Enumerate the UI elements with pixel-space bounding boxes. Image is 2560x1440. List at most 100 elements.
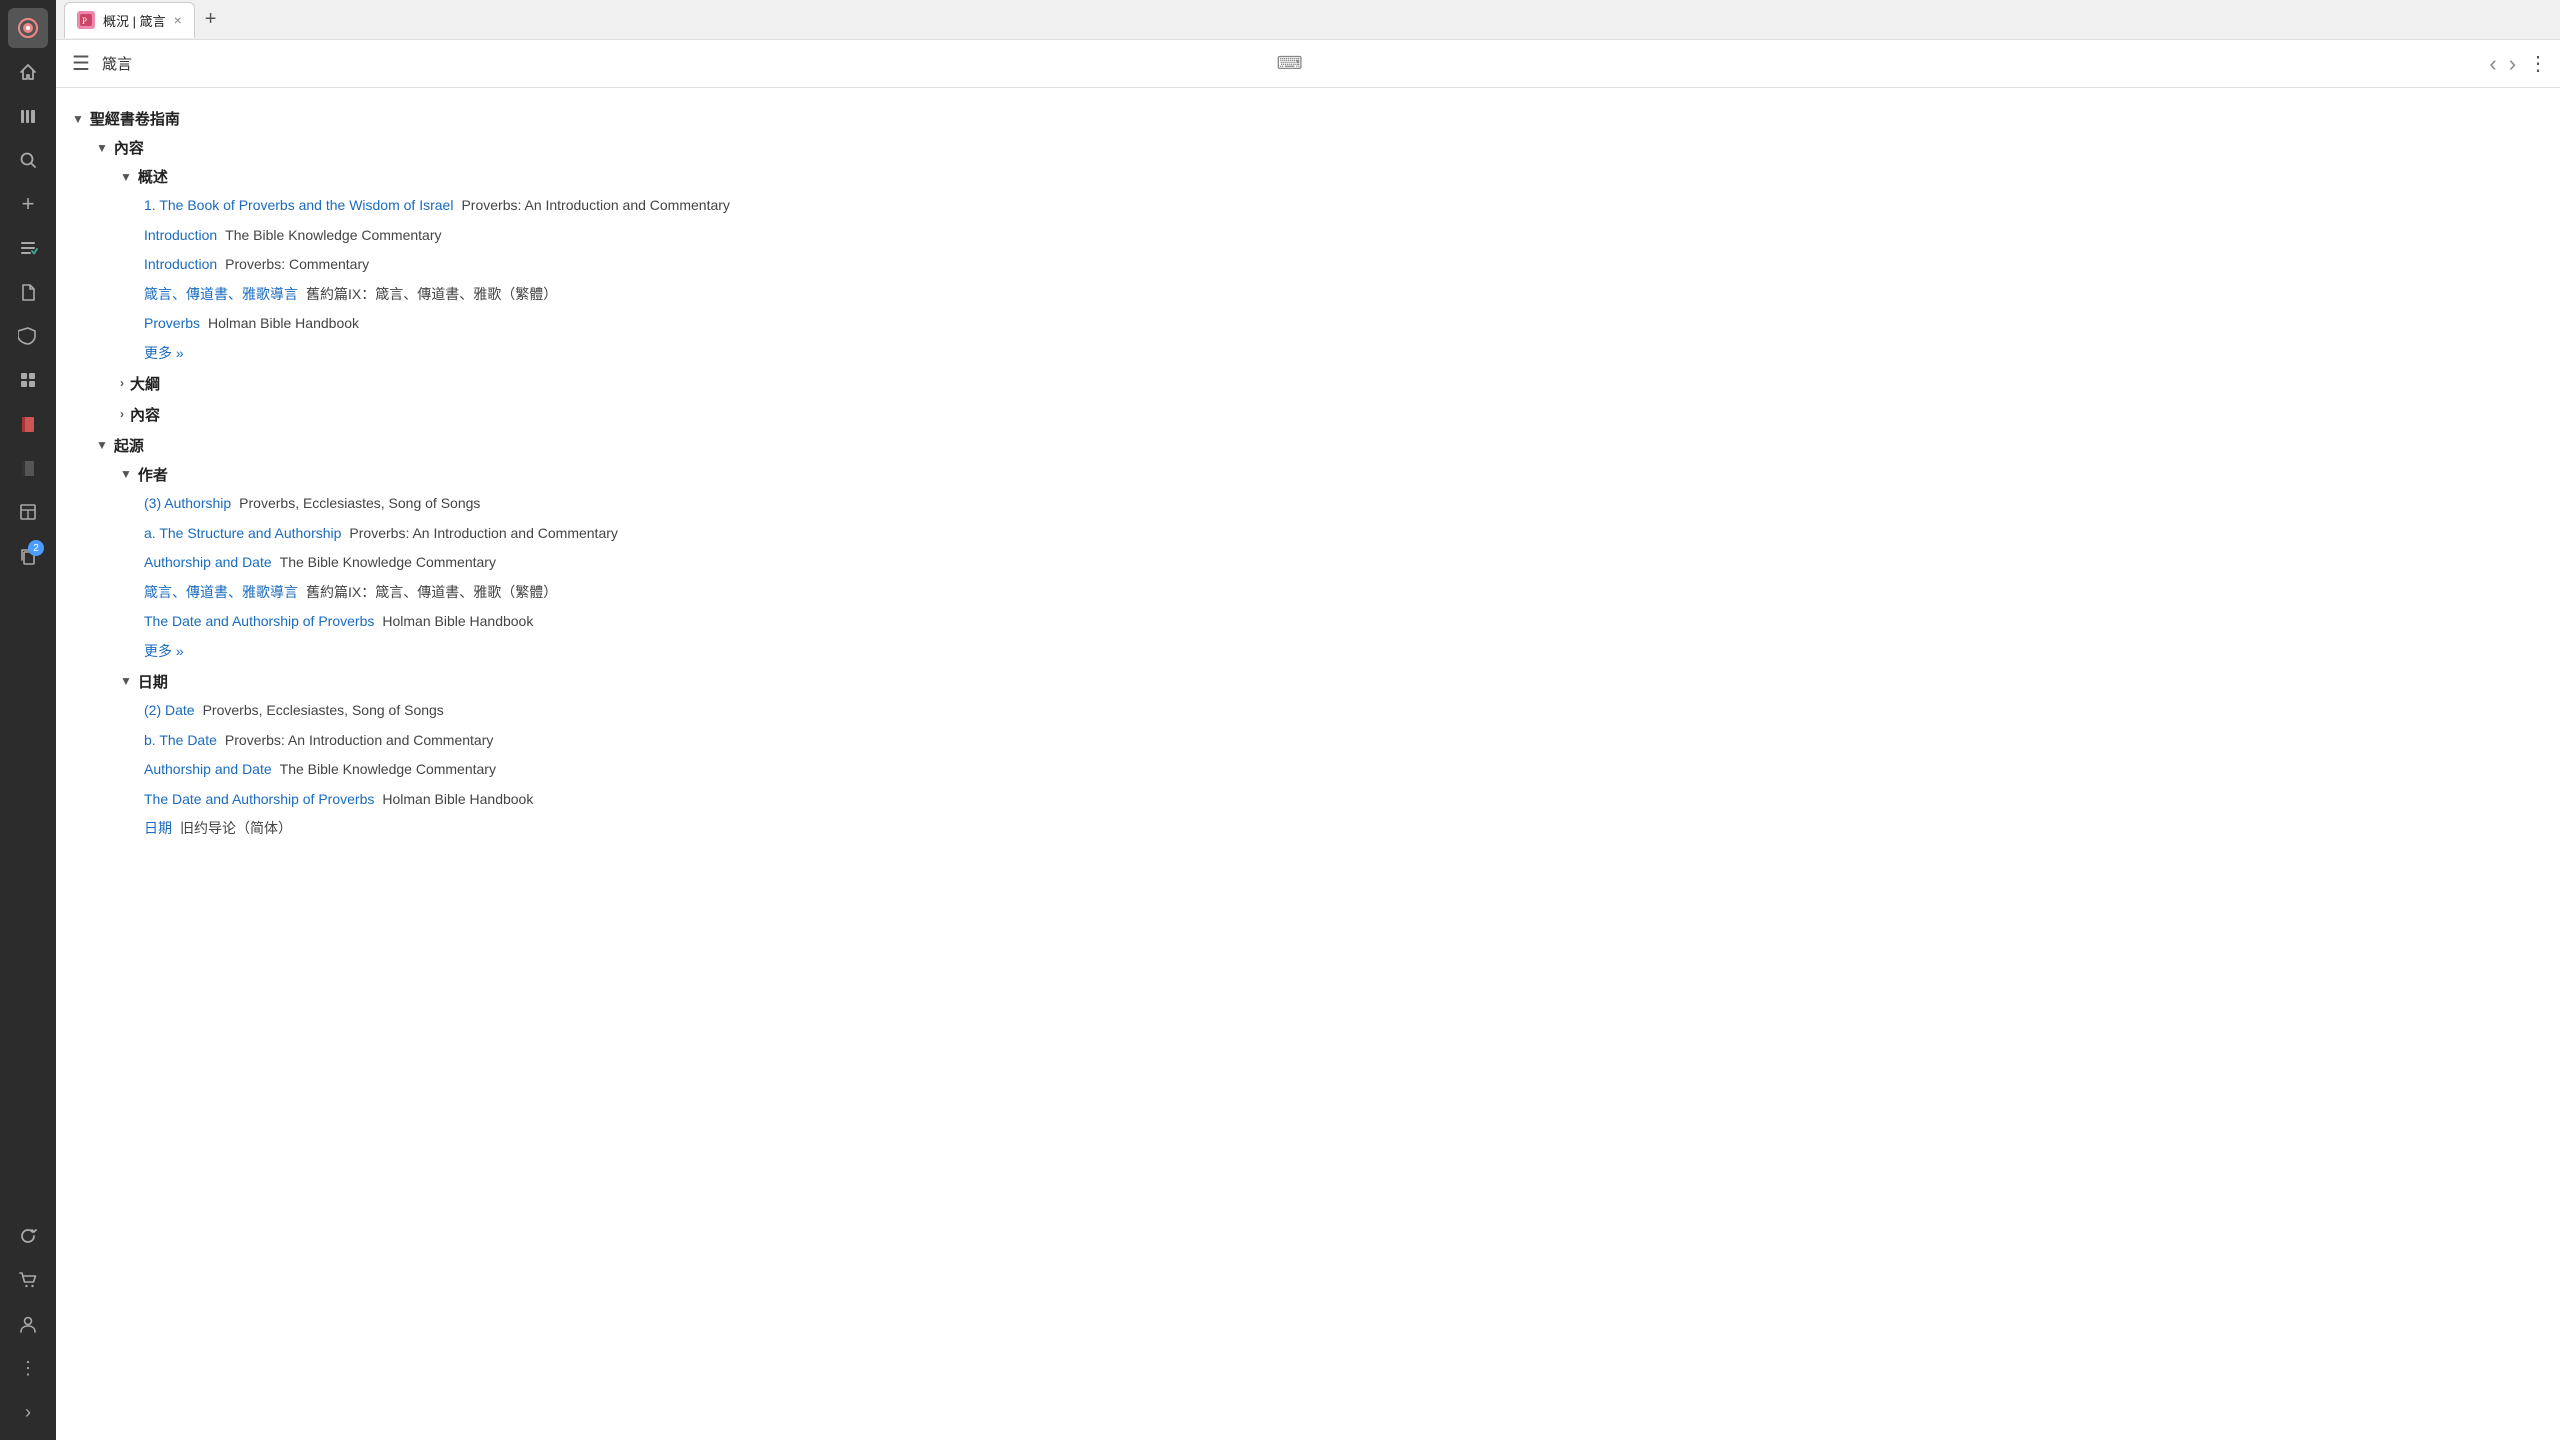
tab-bar: P 概況 | 箴言 × + bbox=[56, 0, 2560, 40]
subsection-overview-items: 1. The Book of Proverbs and the Wisdom o… bbox=[120, 191, 2536, 367]
item-link-2[interactable]: Introduction bbox=[144, 226, 217, 246]
item-link-1[interactable]: 1. The Book of Proverbs and the Wisdom o… bbox=[144, 196, 453, 216]
book-title-input[interactable] bbox=[102, 55, 1269, 72]
item-desc-3: Proverbs: Commentary bbox=[225, 255, 369, 275]
date-link-3[interactable]: Authorship and Date bbox=[144, 760, 272, 780]
shield-icon[interactable] bbox=[8, 316, 48, 356]
app-logo-icon[interactable] bbox=[8, 8, 48, 48]
date-link-1[interactable]: (2) Date bbox=[144, 701, 195, 721]
subsection-date: ▼ 日期 (2) Date Proverbs, Ecclesiastes, So… bbox=[120, 667, 2536, 844]
item-link-4[interactable]: 箴言、傳道書、雅歌導言 bbox=[144, 285, 298, 305]
author-link-5[interactable]: The Date and Authorship of Proverbs bbox=[144, 612, 374, 632]
toolbar-nav: ‹ › bbox=[2485, 51, 2520, 77]
date-link-2[interactable]: b. The Date bbox=[144, 731, 217, 751]
list-item: 箴言、傳道書、雅歌導言 舊約篇IX：箴言、傳道書、雅歌（繁體） bbox=[144, 578, 2536, 608]
subsection-author-items: (3) Authorship Proverbs, Ecclesiastes, S… bbox=[120, 489, 2536, 665]
list-item: 箴言、傳道書、雅歌導言 舊約篇IX：箴言、傳道書、雅歌（繁體） bbox=[144, 280, 2536, 310]
list-item: (2) Date Proverbs, Ecclesiastes, Song of… bbox=[144, 696, 2536, 726]
author-desc-5: Holman Bible Handbook bbox=[382, 612, 533, 632]
tab-icon: P bbox=[77, 11, 95, 29]
subsection-date-items: (2) Date Proverbs, Ecclesiastes, Song of… bbox=[120, 696, 2536, 844]
menu-icon[interactable]: ☰ bbox=[68, 47, 94, 80]
nav-forward-button[interactable]: › bbox=[2505, 51, 2520, 77]
cart-icon[interactable] bbox=[8, 1260, 48, 1300]
section-origin-header[interactable]: ▼ 起源 bbox=[96, 431, 2536, 460]
section-content-label: 內容 bbox=[114, 137, 144, 158]
subsection-author-chevron: ▼ bbox=[120, 467, 132, 481]
item-desc-2: The Bible Knowledge Commentary bbox=[225, 226, 441, 246]
copy-icon[interactable]: 2 bbox=[8, 536, 48, 576]
subsection-author-header[interactable]: ▼ 作者 bbox=[120, 460, 2536, 489]
tasks-icon[interactable] bbox=[8, 228, 48, 268]
list-item: Authorship and Date The Bible Knowledge … bbox=[144, 755, 2536, 785]
subsection-outline-header[interactable]: › 大綱 bbox=[120, 369, 2536, 398]
tab-close-button[interactable]: × bbox=[174, 12, 182, 28]
sync-icon[interactable] bbox=[8, 1216, 48, 1256]
home-icon[interactable] bbox=[8, 52, 48, 92]
subsection-date-header[interactable]: ▼ 日期 bbox=[120, 667, 2536, 696]
subsection-content2-chevron: › bbox=[120, 407, 124, 421]
item-desc-5: Holman Bible Handbook bbox=[208, 314, 359, 334]
list-item: (3) Authorship Proverbs, Ecclesiastes, S… bbox=[144, 489, 2536, 519]
subsection-overview-label: 概述 bbox=[138, 166, 168, 187]
list-item: 日期 旧约导论（简体） bbox=[144, 814, 2536, 844]
subsection-content2-label: 內容 bbox=[130, 404, 160, 425]
copy-badge: 2 bbox=[28, 540, 44, 556]
list-item: The Date and Authorship of Proverbs Holm… bbox=[144, 607, 2536, 637]
list-item: The Date and Authorship of Proverbs Holm… bbox=[144, 785, 2536, 815]
list-item: Authorship and Date The Bible Knowledge … bbox=[144, 548, 2536, 578]
add-resource-icon[interactable]: + bbox=[8, 184, 48, 224]
author-link-1[interactable]: (3) Authorship bbox=[144, 494, 231, 514]
subsection-author: ▼ 作者 (3) Authorship Proverbs, Ecclesiast… bbox=[120, 460, 2536, 665]
item-desc-4: 舊約篇IX：箴言、傳道書、雅歌（繁體） bbox=[306, 285, 557, 305]
book-dark-icon[interactable] bbox=[8, 448, 48, 488]
section-origin-children: ▼ 作者 (3) Authorship Proverbs, Ecclesiast… bbox=[96, 460, 2536, 844]
toolbar-more-icon[interactable]: ⋮ bbox=[2528, 51, 2548, 76]
section-content: ▼ 內容 ▼ 概述 1. The Book of P bbox=[96, 133, 2536, 429]
section-origin-chevron: ▼ bbox=[96, 438, 108, 452]
date-desc-3: The Bible Knowledge Commentary bbox=[280, 760, 496, 780]
subsection-overview-header[interactable]: ▼ 概述 bbox=[120, 162, 2536, 191]
subsection-outline: › 大綱 bbox=[120, 369, 2536, 398]
book-red-icon[interactable] bbox=[8, 404, 48, 444]
root-header[interactable]: ▼ 聖經書卷指南 bbox=[72, 104, 2536, 133]
tab-proverbs[interactable]: P 概況 | 箴言 × bbox=[64, 2, 195, 38]
documents-icon[interactable] bbox=[8, 272, 48, 312]
overview-more-link[interactable]: 更多 » bbox=[144, 339, 2536, 367]
author-more-link[interactable]: 更多 » bbox=[144, 637, 2536, 665]
author-desc-3: The Bible Knowledge Commentary bbox=[280, 553, 496, 573]
date-desc-5: 旧约导论（简体） bbox=[180, 819, 292, 839]
subsection-content2: › 內容 bbox=[120, 400, 2536, 429]
search-icon[interactable] bbox=[8, 140, 48, 180]
expand-sidebar-icon[interactable]: › bbox=[8, 1392, 48, 1432]
author-link-3[interactable]: Authorship and Date bbox=[144, 553, 272, 573]
user-icon[interactable] bbox=[8, 1304, 48, 1344]
date-desc-1: Proverbs, Ecclesiastes, Song of Songs bbox=[203, 701, 444, 721]
subsection-content2-header[interactable]: › 內容 bbox=[120, 400, 2536, 429]
date-desc-4: Holman Bible Handbook bbox=[382, 790, 533, 810]
tab-add-button[interactable]: + bbox=[199, 8, 223, 31]
author-desc-2: Proverbs: An Introduction and Commentary bbox=[349, 524, 617, 544]
section-content-header[interactable]: ▼ 內容 bbox=[96, 133, 2536, 162]
author-desc-1: Proverbs, Ecclesiastes, Song of Songs bbox=[239, 494, 480, 514]
author-link-2[interactable]: a. The Structure and Authorship bbox=[144, 524, 341, 544]
date-link-5[interactable]: 日期 bbox=[144, 819, 172, 839]
subsection-author-label: 作者 bbox=[138, 464, 168, 485]
list-item: Proverbs Holman Bible Handbook bbox=[144, 309, 2536, 339]
date-link-4[interactable]: The Date and Authorship of Proverbs bbox=[144, 790, 374, 810]
item-link-3[interactable]: Introduction bbox=[144, 255, 217, 275]
section-content-chevron: ▼ bbox=[96, 141, 108, 155]
list-item: Introduction Proverbs: Commentary bbox=[144, 250, 2536, 280]
nav-back-button[interactable]: ‹ bbox=[2485, 51, 2500, 77]
more-vert-icon[interactable]: ⋮ bbox=[8, 1348, 48, 1388]
item-desc-1: Proverbs: An Introduction and Commentary bbox=[461, 196, 729, 216]
layout-icon[interactable] bbox=[8, 492, 48, 532]
item-link-5[interactable]: Proverbs bbox=[144, 314, 200, 334]
date-desc-2: Proverbs: An Introduction and Commentary bbox=[225, 731, 493, 751]
list-item: b. The Date Proverbs: An Introduction an… bbox=[144, 726, 2536, 756]
library-icon[interactable] bbox=[8, 96, 48, 136]
keyboard-icon[interactable]: ⌨ bbox=[1277, 53, 1303, 74]
grid-icon[interactable] bbox=[8, 360, 48, 400]
toolbar: ☰ ⌨ ‹ › ⋮ bbox=[56, 40, 2560, 88]
author-link-4[interactable]: 箴言、傳道書、雅歌導言 bbox=[144, 583, 298, 603]
